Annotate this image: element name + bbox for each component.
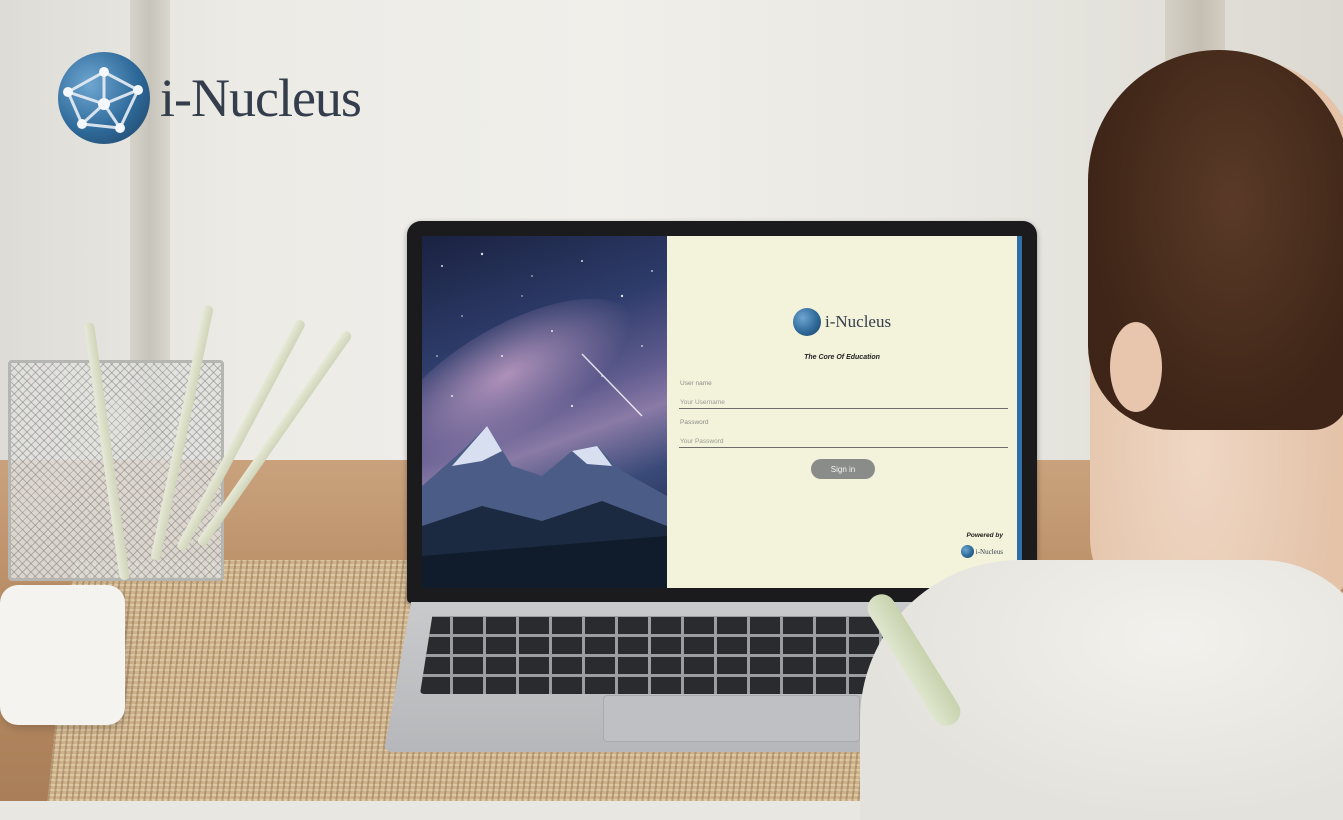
username-label: User name <box>680 380 712 387</box>
globe-network-icon <box>960 545 974 558</box>
password-label: Password <box>680 419 709 426</box>
mountain-night-sky-image <box>422 236 667 588</box>
laptop-trackpad <box>603 695 860 742</box>
powered-by-label: Powered by <box>966 532 1003 539</box>
powered-by-logo: i-Nucleus <box>960 545 1003 558</box>
globe-network-icon <box>58 52 150 144</box>
login-logo-name: i-Nucleus <box>825 312 892 331</box>
laptop-screen: i-Nucleus The Core Of Education User nam… <box>422 236 1022 588</box>
pencil-pouch <box>0 585 125 725</box>
login-logo: i-Nucleus <box>793 308 891 336</box>
brand-name: i-Nucleus <box>160 68 362 128</box>
child-ear <box>1110 322 1162 412</box>
brand-logo: i-Nucleus <box>58 52 362 144</box>
login-panel: i-Nucleus The Core Of Education User nam… <box>667 236 1022 588</box>
powered-by-name: i-Nucleus <box>975 547 1003 556</box>
username-input[interactable] <box>679 396 1008 409</box>
password-input[interactable] <box>679 435 1008 448</box>
tagline: The Core Of Education <box>804 354 880 361</box>
sign-in-button[interactable]: Sign in <box>811 459 875 479</box>
globe-network-icon <box>793 308 821 336</box>
